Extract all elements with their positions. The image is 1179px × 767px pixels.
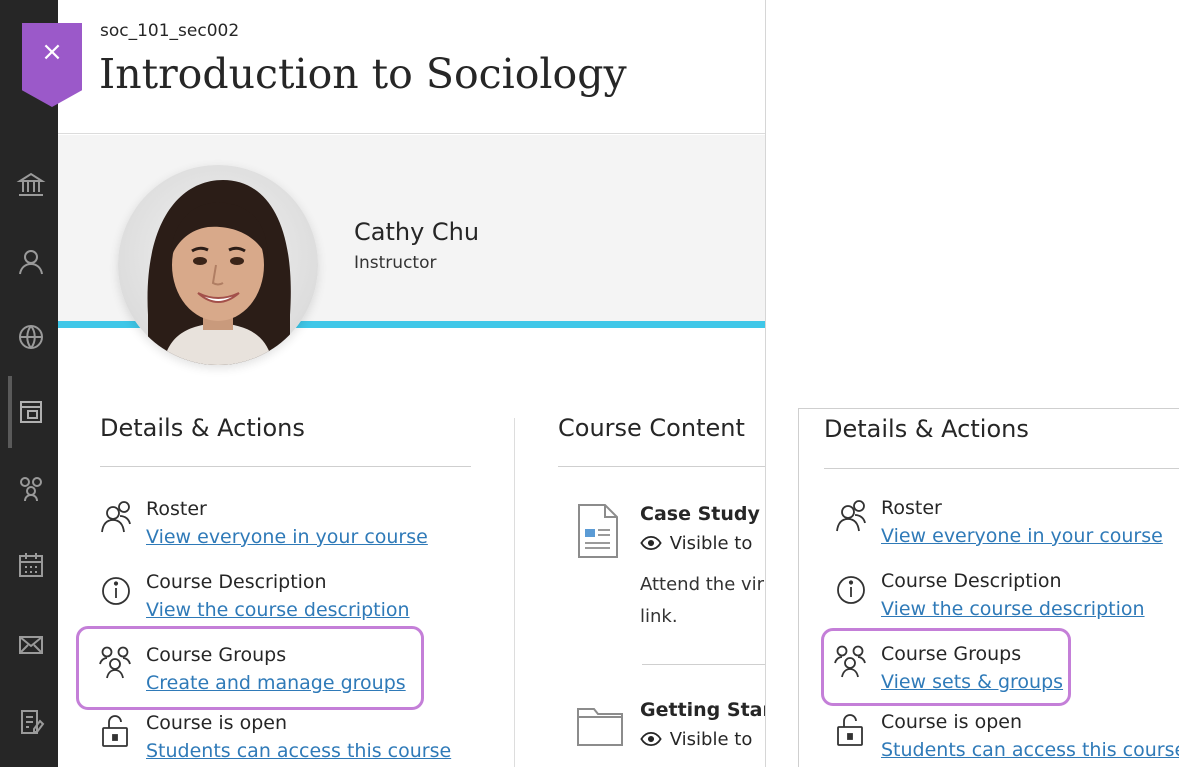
- course-description-title: Course Description: [881, 570, 1062, 592]
- close-icon: ×: [41, 37, 63, 67]
- groups-icon: [834, 645, 866, 678]
- roster-title: Roster: [881, 497, 942, 519]
- content-item-description: Attend the vir link.: [640, 574, 765, 627]
- calendar-icon[interactable]: [14, 548, 48, 582]
- course-panel: soc_101_sec002 Introduction to Sociology: [58, 0, 766, 767]
- groups-icon[interactable]: [14, 472, 48, 506]
- info-icon: [102, 577, 130, 605]
- course-groups-link[interactable]: View sets & groups: [881, 671, 1063, 693]
- instructor-role: Instructor: [354, 253, 437, 273]
- content-item-divider: [642, 664, 765, 665]
- course-screen: × soc_101_sec002 Introduction to Sociolo…: [0, 0, 1179, 767]
- course-groups-link[interactable]: Create and manage groups: [146, 672, 406, 694]
- profile-icon[interactable]: [14, 245, 48, 279]
- visibility-label: Visible to: [669, 729, 753, 750]
- course-groups-title: Course Groups: [146, 644, 287, 666]
- close-button[interactable]: ×: [22, 23, 82, 107]
- course-open-title: Course is open: [881, 711, 1023, 733]
- visibility-label: Visible to: [669, 533, 753, 554]
- avatar[interactable]: [118, 165, 318, 365]
- details-actions-heading: Details & Actions: [824, 415, 1029, 443]
- details-actions-heading: Details & Actions: [100, 414, 305, 442]
- roster-link[interactable]: View everyone in your course: [146, 526, 428, 548]
- course-groups-title: Course Groups: [881, 643, 1022, 665]
- grades-icon[interactable]: [14, 705, 48, 739]
- course-header: soc_101_sec002 Introduction to Sociology: [58, 0, 765, 134]
- course-open-link[interactable]: Students can access this course: [146, 740, 451, 762]
- visibility-status[interactable]: Visible to: [640, 533, 752, 555]
- content-item-title[interactable]: Getting Start: [640, 699, 765, 721]
- groups-icon: [99, 646, 131, 679]
- course-content-heading: Course Content: [558, 414, 745, 442]
- messages-icon[interactable]: [14, 628, 48, 662]
- course-description-title: Course Description: [146, 571, 327, 593]
- roster-title: Roster: [146, 498, 207, 520]
- active-indicator: [8, 376, 12, 448]
- roster-icon: [101, 501, 131, 533]
- details-divider: [100, 466, 471, 467]
- visibility-status[interactable]: Visible to: [640, 729, 752, 751]
- courses-icon[interactable]: [14, 395, 48, 429]
- page-title: Introduction to Sociology: [99, 50, 627, 98]
- column-divider: [514, 418, 515, 767]
- folder-icon: [577, 708, 623, 746]
- course-description-link[interactable]: View the course description: [146, 599, 410, 621]
- institution-icon[interactable]: [14, 168, 48, 202]
- info-icon: [837, 576, 865, 604]
- details-divider: [824, 468, 1179, 469]
- course-open-title: Course is open: [146, 712, 288, 734]
- content-divider: [558, 466, 765, 467]
- course-description-link[interactable]: View the course description: [881, 598, 1145, 620]
- eye-icon: [640, 730, 664, 751]
- roster-icon: [836, 500, 866, 532]
- eye-icon: [640, 534, 664, 555]
- roster-link[interactable]: View everyone in your course: [881, 525, 1163, 547]
- course-open-link[interactable]: Students can access this course: [881, 739, 1179, 761]
- globe-icon[interactable]: [14, 320, 48, 354]
- document-icon: [578, 504, 618, 558]
- course-id: soc_101_sec002: [100, 21, 240, 41]
- unlock-icon: [837, 714, 863, 746]
- left-navigation: [0, 0, 58, 767]
- unlock-icon: [102, 715, 128, 747]
- instructor-name[interactable]: Cathy Chu: [354, 218, 479, 246]
- content-item-title[interactable]: Case Study 1: [640, 503, 765, 525]
- details-actions-inset: Details & Actions Roster View everyone i…: [798, 408, 1179, 767]
